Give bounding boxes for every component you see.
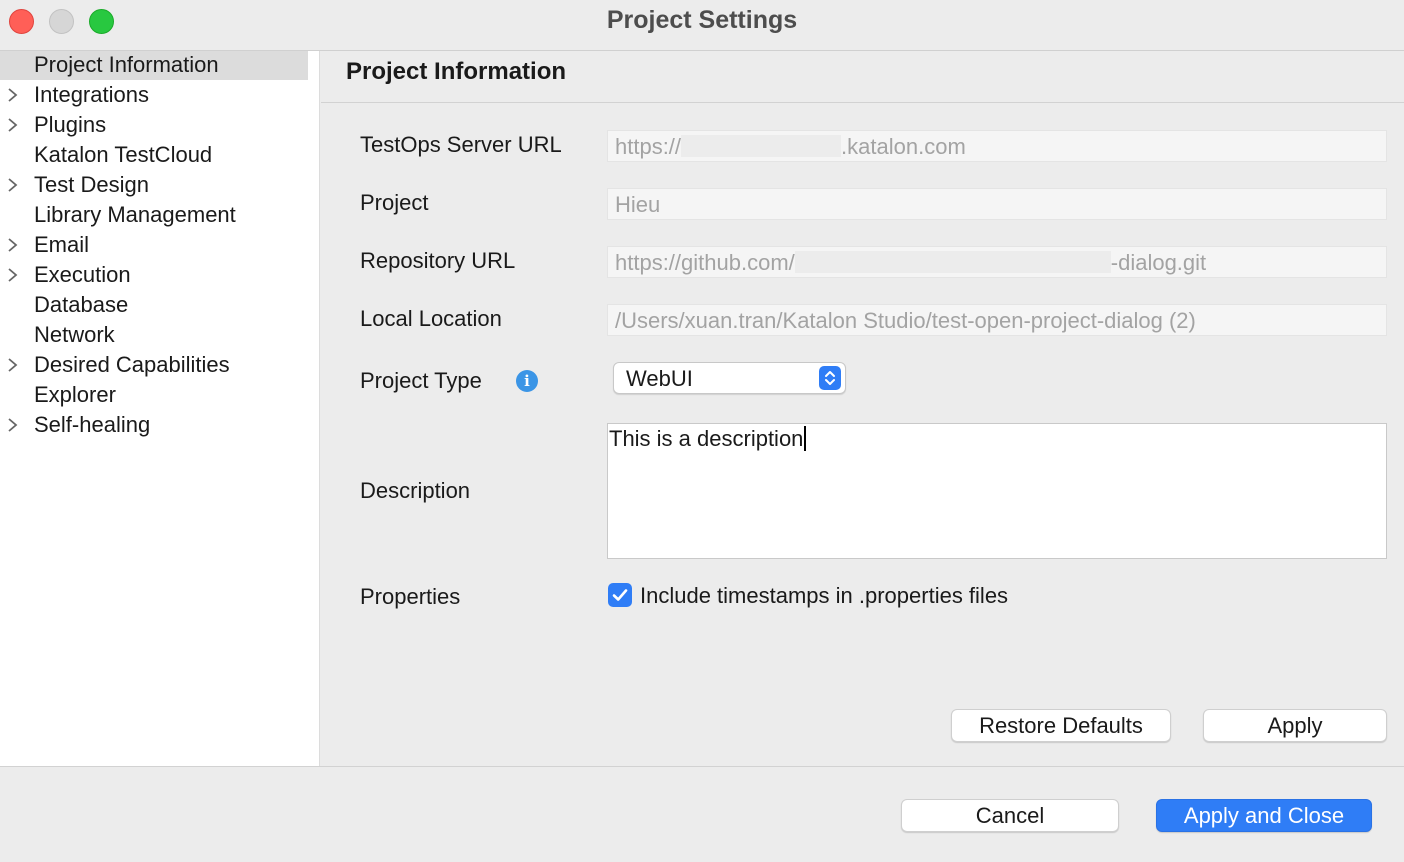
sidebar-item-integrations[interactable]: Integrations — [0, 81, 308, 110]
sidebar-item-label: Email — [34, 232, 90, 257]
redacted-region — [794, 251, 1111, 273]
project-field: Hieu — [607, 188, 1387, 220]
properties-label: Properties — [360, 584, 461, 609]
repo-url-label: Repository URL — [360, 248, 516, 273]
sidebar-item-label: Test Design — [34, 172, 149, 197]
server-url-prefix: https:// — [615, 134, 682, 159]
chevron-right-icon[interactable] — [4, 413, 22, 437]
local-location-label: Local Location — [360, 306, 502, 331]
project-value: Hieu — [615, 192, 661, 217]
window-title: Project Settings — [606, 6, 798, 34]
sidebar-item-test-design[interactable]: Test Design — [0, 171, 308, 200]
server-url-label: TestOps Server URL — [360, 132, 562, 157]
description-textarea[interactable]: This is a description — [607, 423, 1387, 559]
sidebar-item-project-information[interactable]: Project Information — [0, 51, 308, 80]
sidebar-item-label: Integrations — [34, 82, 149, 107]
project-label: Project — [360, 190, 429, 215]
redacted-region — [681, 135, 842, 157]
sidebar-item-label: Project Information — [34, 52, 219, 77]
sidebar-item-library-management[interactable]: Library Management — [0, 201, 308, 230]
apply-and-close-button[interactable]: Apply and Close — [1156, 799, 1372, 832]
repo-url-field: https://github.com/ -dialog.git — [607, 246, 1387, 278]
sidebar-item-network[interactable]: Network — [0, 321, 308, 350]
server-url-field: https:// .katalon.com — [607, 130, 1387, 162]
sidebar-item-database[interactable]: Database — [0, 291, 308, 320]
updown-chevron-icon — [819, 366, 841, 390]
chevron-right-icon[interactable] — [4, 233, 22, 257]
sidebar-item-self-healing[interactable]: Self-healing — [0, 411, 308, 440]
sidebar-item-label: Desired Capabilities — [34, 352, 230, 377]
server-url-suffix: .katalon.com — [841, 134, 966, 159]
sidebar-item-explorer[interactable]: Explorer — [0, 381, 308, 410]
repo-url-prefix: https://github.com/ — [615, 250, 795, 275]
sidebar-item-label: Database — [34, 292, 129, 317]
cancel-button[interactable]: Cancel — [901, 799, 1119, 832]
timestamps-checkbox[interactable] — [608, 583, 632, 607]
project-type-value: WebUI — [626, 366, 693, 391]
description-value: This is a description — [609, 426, 804, 451]
apply-button[interactable]: Apply — [1203, 709, 1387, 742]
chevron-right-icon[interactable] — [4, 173, 22, 197]
project-type-label: Project Type — [360, 368, 482, 393]
description-label: Description — [360, 478, 471, 503]
sidebar-item-label: Katalon TestCloud — [34, 142, 213, 167]
chevron-right-icon[interactable] — [4, 83, 22, 107]
sidebar-item-execution[interactable]: Execution — [0, 261, 308, 290]
settings-sidebar: Project Information Integrations Plugins… — [0, 51, 320, 766]
sidebar-item-label: Self-healing — [34, 412, 151, 437]
sidebar-item-label: Network — [34, 322, 115, 347]
text-cursor — [804, 426, 807, 451]
info-icon[interactable]: i — [516, 370, 538, 392]
local-location-field: /Users/xuan.tran/Katalon Studio/test-ope… — [607, 304, 1387, 336]
timestamps-checkbox-label[interactable]: Include timestamps in .properties files — [640, 583, 1008, 609]
sidebar-item-email[interactable]: Email — [0, 231, 308, 260]
sidebar-item-label: Library Management — [34, 202, 236, 227]
window-titlebar: Project Settings — [0, 0, 1404, 51]
restore-defaults-button[interactable]: Restore Defaults — [951, 709, 1171, 742]
chevron-right-icon[interactable] — [4, 353, 22, 377]
sidebar-item-desired-capabilities[interactable]: Desired Capabilities — [0, 351, 308, 380]
local-location-value: /Users/xuan.tran/Katalon Studio/test-ope… — [615, 308, 1196, 333]
sidebar-item-plugins[interactable]: Plugins — [0, 111, 308, 140]
sidebar-item-label: Plugins — [34, 112, 107, 137]
footer-divider — [0, 766, 1404, 767]
sidebar-item-label: Explorer — [34, 382, 116, 407]
section-title: Project Information — [346, 58, 567, 85]
sidebar-item-katalon-testcloud[interactable]: Katalon TestCloud — [0, 141, 308, 170]
repo-url-suffix: -dialog.git — [1110, 250, 1207, 275]
sidebar-item-label: Execution — [34, 262, 131, 287]
project-type-select[interactable]: WebUI — [613, 362, 846, 394]
section-divider — [321, 102, 1404, 103]
chevron-right-icon[interactable] — [4, 263, 22, 287]
chevron-right-icon[interactable] — [4, 113, 22, 137]
